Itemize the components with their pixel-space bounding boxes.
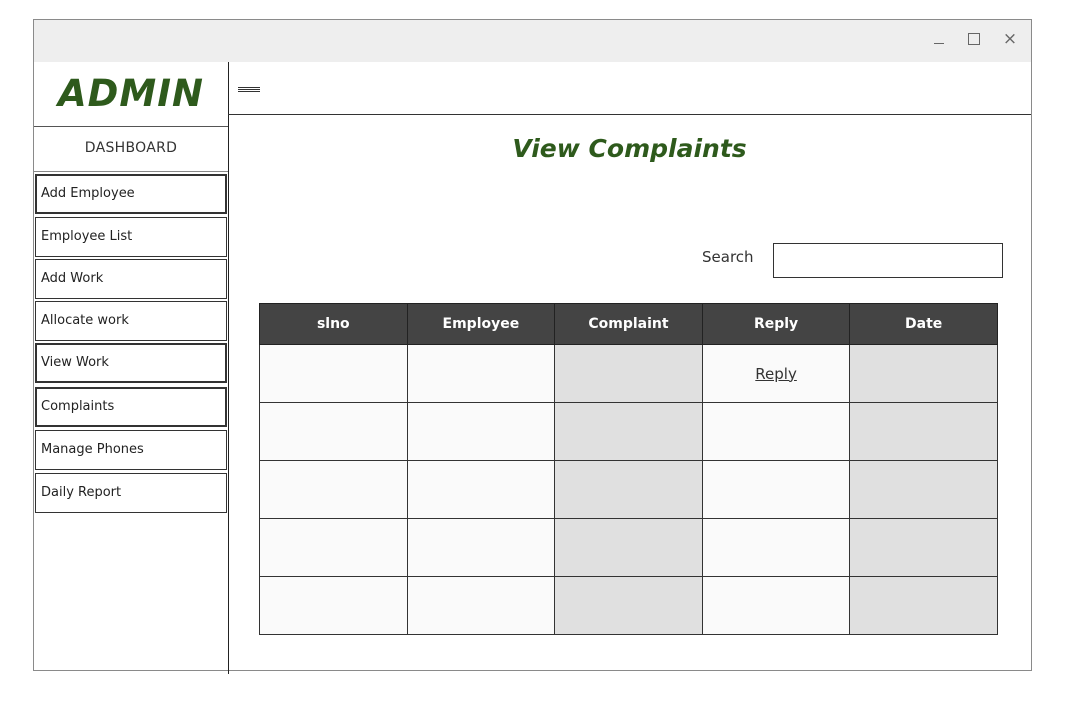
divider xyxy=(34,171,228,172)
cell-complaint xyxy=(554,576,703,635)
cell-slno xyxy=(259,344,408,403)
sidebar: ADMIN DASHBOARD Add Employee Employee Li… xyxy=(34,62,229,674)
search-input[interactable] xyxy=(773,243,1003,278)
divider xyxy=(34,126,228,127)
cell-slno xyxy=(259,518,408,577)
admin-logo: ADMIN xyxy=(58,72,204,115)
sidebar-item-view-work[interactable]: View Work xyxy=(35,343,227,383)
cell-date xyxy=(849,518,998,577)
cell-reply xyxy=(701,460,851,519)
cell-complaint xyxy=(554,518,703,577)
hamburger-menu-icon[interactable] xyxy=(238,87,260,93)
sidebar-item-manage-phones[interactable]: Manage Phones xyxy=(35,430,227,470)
maximize-button[interactable] xyxy=(966,30,984,48)
cell-slno xyxy=(259,460,408,519)
reply-link[interactable]: Reply xyxy=(755,365,797,383)
cell-reply: Reply xyxy=(701,344,851,403)
cell-date xyxy=(849,344,998,403)
cell-date xyxy=(849,576,998,635)
dashboard-link[interactable]: DASHBOARD xyxy=(34,140,228,156)
cell-complaint xyxy=(554,460,703,519)
column-header-date: Date xyxy=(849,303,998,345)
sidebar-item-daily-report[interactable]: Daily Report xyxy=(35,473,227,513)
sidebar-item-complaints[interactable]: Complaints xyxy=(35,387,227,427)
cell-employee xyxy=(406,344,556,403)
cell-employee xyxy=(406,518,556,577)
close-button[interactable]: × xyxy=(1001,30,1019,48)
table-row xyxy=(259,402,998,461)
sidebar-item-add-employee[interactable]: Add Employee xyxy=(35,174,227,214)
cell-reply xyxy=(701,402,851,461)
column-header-slno: slno xyxy=(259,303,408,345)
minimize-icon xyxy=(934,43,944,44)
cell-date xyxy=(849,460,998,519)
column-header-reply: Reply xyxy=(701,303,851,345)
cell-employee xyxy=(406,402,556,461)
column-header-employee: Employee xyxy=(406,303,556,345)
cell-reply xyxy=(701,518,851,577)
table-row: Reply xyxy=(259,344,998,403)
minimize-button[interactable] xyxy=(930,30,948,48)
search-label: Search xyxy=(702,248,754,266)
header-divider xyxy=(228,114,1031,115)
cell-date xyxy=(849,402,998,461)
table-row xyxy=(259,518,998,577)
sidebar-item-employee-list[interactable]: Employee List xyxy=(35,217,227,257)
cell-complaint xyxy=(554,344,703,403)
title-bar: × xyxy=(34,20,1031,62)
close-icon: × xyxy=(1002,29,1018,49)
cell-employee xyxy=(406,576,556,635)
cell-slno xyxy=(259,576,408,635)
table-row xyxy=(259,576,998,635)
maximize-icon xyxy=(968,33,980,45)
page-title: View Complaints xyxy=(512,134,747,163)
column-header-complaint: Complaint xyxy=(554,303,703,345)
cell-slno xyxy=(259,402,408,461)
app-window: × ADMIN DASHBOARD Add Employee Employee … xyxy=(33,19,1032,674)
table-row xyxy=(259,460,998,519)
cell-complaint xyxy=(554,402,703,461)
sidebar-item-add-work[interactable]: Add Work xyxy=(35,259,227,299)
cell-employee xyxy=(406,460,556,519)
cell-reply xyxy=(701,576,851,635)
complaints-table: slno Employee Complaint Reply Date Reply xyxy=(259,303,998,635)
sidebar-item-allocate-work[interactable]: Allocate work xyxy=(35,301,227,341)
table-header-row: slno Employee Complaint Reply Date xyxy=(259,303,998,345)
